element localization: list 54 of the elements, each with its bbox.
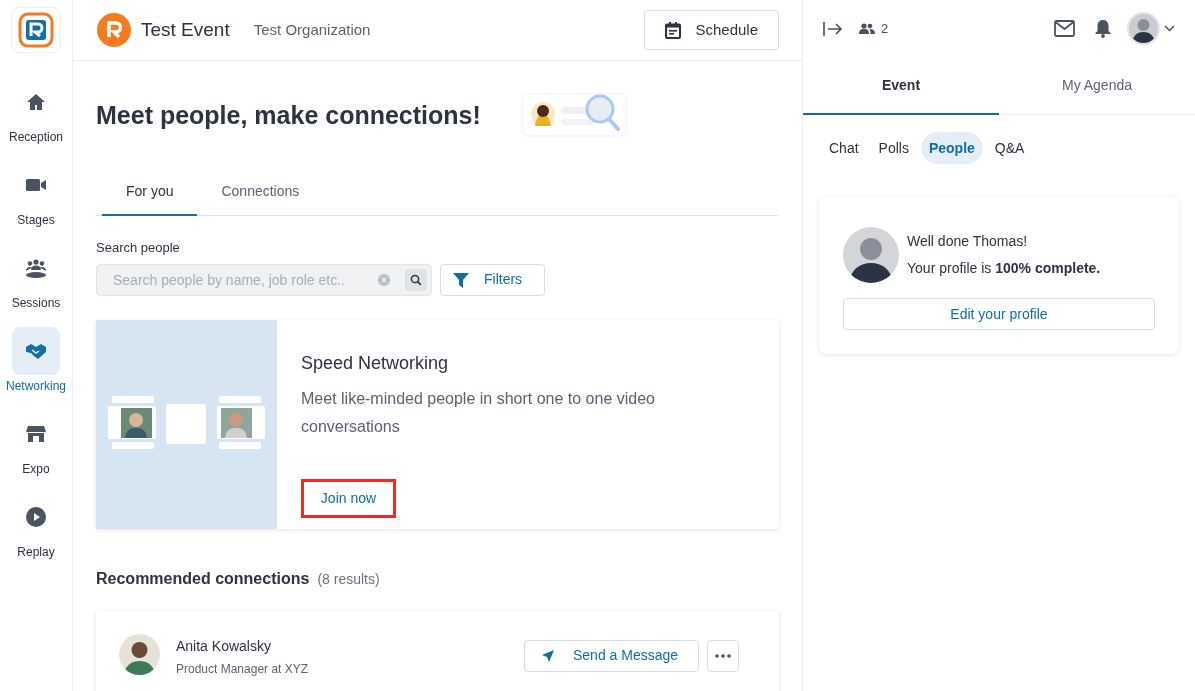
card-title: Speed Networking: [301, 351, 450, 375]
app-logo[interactable]: [11, 7, 61, 53]
result-count: (8 results): [317, 569, 380, 589]
section-title: Recommended connections: [96, 568, 310, 589]
sub-tab[interactable]: Chat: [821, 132, 867, 164]
person-name: Anita Kowalsky: [176, 636, 272, 656]
tab[interactable]: Connections: [197, 169, 324, 216]
sidebar-item[interactable]: Networking: [0, 327, 72, 395]
tab[interactable]: For you: [102, 169, 198, 216]
search-field[interactable]: Search people by name, job role etc..: [96, 263, 432, 296]
profile-avatar: [843, 227, 899, 283]
organization-name: Test Organization: [253, 19, 371, 40]
search-label: Search people: [96, 239, 181, 257]
calendar-icon: [665, 21, 682, 39]
sidebar-item[interactable]: Reception: [0, 78, 72, 146]
person-role: Product Manager at XYZ: [176, 660, 309, 678]
sub-tab[interactable]: Q&A: [986, 132, 1033, 164]
sidebar-item[interactable]: Expo: [0, 410, 72, 478]
sidebar-item[interactable]: Sessions: [0, 244, 72, 312]
profile-status: Your profile is 100% complete.: [907, 259, 1101, 278]
tab[interactable]: Event: [803, 57, 999, 115]
more-icon: [715, 653, 731, 658]
attendee-count: 2: [881, 19, 889, 38]
tab[interactable]: My Agenda: [999, 57, 1195, 115]
search-icon: [410, 273, 422, 286]
person-avatar: [119, 633, 160, 675]
sidebar-item[interactable]: Replay: [0, 493, 72, 561]
user-avatar[interactable]: [1127, 12, 1160, 45]
search-button[interactable]: [405, 268, 427, 291]
page-heading: Meet people, make connections!: [96, 100, 481, 132]
filters-button[interactable]: Filters: [440, 263, 545, 296]
bell-icon[interactable]: [1095, 19, 1111, 38]
sidebar-item[interactable]: Stages: [0, 161, 72, 229]
mail-icon[interactable]: [1054, 20, 1075, 37]
group-icon: [25, 257, 47, 279]
highlighted-link[interactable]: Join now: [301, 478, 396, 518]
storefront-icon: [25, 423, 47, 445]
sub-tab[interactable]: Polls: [870, 132, 917, 164]
sub-tab[interactable]: People: [920, 132, 983, 164]
edit-profile-button[interactable]: Edit your profile: [843, 298, 1155, 330]
chevron-down-icon[interactable]: [1164, 25, 1175, 32]
collapse-icon[interactable]: [823, 20, 843, 37]
greeting-text: Well done Thomas!: [907, 232, 1029, 251]
people-icon: [859, 23, 875, 34]
schedule-button[interactable]: Schedule: [644, 10, 779, 50]
home-icon: [25, 91, 47, 113]
play-icon: [25, 506, 47, 528]
filter-icon: [452, 270, 470, 289]
card-description: Meet like-minded people in short one to one video conversations: [301, 388, 656, 437]
event-title: Test Event: [141, 17, 230, 42]
event-logo: [96, 12, 132, 48]
send-message-button[interactable]: Send a Message: [524, 639, 699, 672]
send-icon: [541, 648, 555, 663]
more-button[interactable]: [707, 639, 739, 672]
